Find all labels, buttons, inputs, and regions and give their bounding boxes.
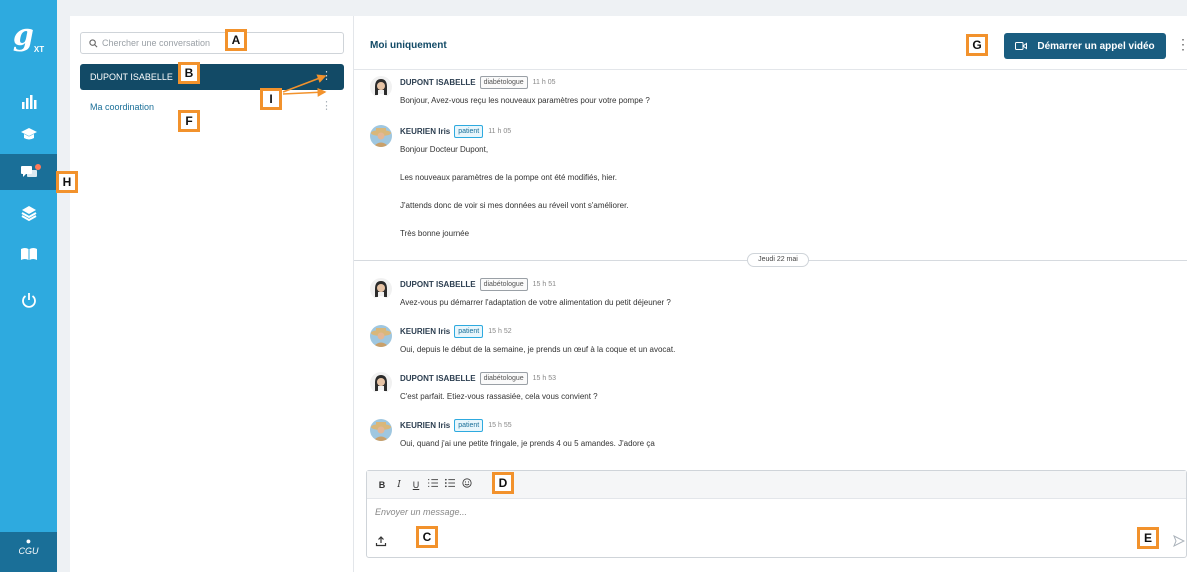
upload-icon[interactable]: [375, 535, 387, 547]
avatar-doctor: [370, 76, 392, 98]
emoji-icon: [462, 477, 472, 488]
nav-logout[interactable]: [0, 282, 57, 318]
message-text: Bonjour, Avez-vous reçu les nouveaux par…: [400, 96, 650, 105]
role-badge: diabétologue: [479, 372, 528, 385]
message-author: DUPONT ISABELLE: [400, 374, 476, 383]
message-text: Oui, depuis le début de la semaine, je p…: [400, 345, 676, 354]
role-badge: diabétologue: [479, 76, 528, 89]
cgu-link[interactable]: CGU: [19, 546, 39, 556]
chat-panel: Moi uniquement Démarrer un appel vidéo ⋮…: [354, 16, 1187, 572]
message-text: Très bonne journée: [400, 229, 470, 238]
annotation-marker-h: H: [56, 171, 78, 193]
message-author: KEURIEN Iris: [400, 421, 451, 430]
underline-button[interactable]: U: [409, 478, 423, 492]
message-time: 15 h 52: [488, 328, 512, 335]
nav-education[interactable]: [0, 116, 57, 152]
message-time: 15 h 51: [532, 281, 557, 288]
annotation-marker-e: E: [1137, 527, 1159, 549]
conversation-search[interactable]: [80, 32, 344, 54]
message-composer: B I U: [366, 470, 1187, 558]
conversation-item-dupont-isabelle[interactable]: DUPONT ISABELLE ⋮: [80, 64, 344, 90]
role-badge: patient: [454, 419, 484, 432]
video-camera-icon: [1015, 42, 1028, 50]
conversation-list-panel: DUPONT ISABELLE ⋮ Ma coordination ⋮: [70, 16, 354, 572]
annotation-marker-g: G: [966, 34, 988, 56]
ordered-list-icon: [428, 478, 438, 487]
globe-icon: ●: [25, 536, 32, 546]
bold-button[interactable]: B: [375, 478, 389, 492]
chat-title: Moi uniquement: [370, 40, 447, 51]
bar-chart-icon: [21, 95, 36, 109]
annotation-marker-i: I: [260, 88, 282, 110]
rail-footer[interactable]: ● CGU: [0, 532, 57, 572]
video-button-label: Démarrer un appel vidéo: [1037, 40, 1155, 52]
notification-dot: [35, 164, 41, 170]
chat-options-icon[interactable]: ⋮: [1176, 36, 1187, 53]
role-badge: patient: [454, 325, 484, 338]
message-text: J'attends donc de voir si mes données au…: [400, 201, 629, 210]
emoji-button[interactable]: [460, 477, 474, 492]
conversation-item-ma-coordination[interactable]: Ma coordination ⋮: [80, 94, 344, 120]
annotation-marker-a: A: [225, 29, 247, 51]
avatar-doctor: [370, 372, 392, 394]
message-text: Les nouveaux paramètres de la pompe ont …: [400, 173, 618, 182]
message-time: 11 h 05: [488, 128, 512, 135]
nav-messages[interactable]: [0, 154, 57, 190]
role-badge: patient: [454, 125, 484, 138]
start-video-call-button[interactable]: Démarrer un appel vidéo: [1004, 33, 1166, 59]
nav-resources[interactable]: [0, 195, 57, 231]
annotation-marker-b: B: [178, 62, 200, 84]
message-time: 15 h 55: [488, 422, 512, 429]
message-text: Bonjour Docteur Dupont,: [400, 145, 489, 154]
message-text: C'est parfait. Etiez-vous rassasiée, cel…: [400, 392, 598, 401]
message-time: 15 h 53: [532, 375, 557, 382]
message-time: 11 h 05: [532, 79, 556, 86]
send-icon[interactable]: [1173, 535, 1185, 547]
chat-header: Moi uniquement Démarrer un appel vidéo ⋮: [354, 16, 1187, 70]
formatting-toolbar: B I U: [367, 471, 1186, 499]
conversation-menu-icon[interactable]: ⋮: [321, 69, 332, 83]
power-icon: [21, 293, 36, 308]
message-author: KEURIEN Iris: [400, 327, 451, 336]
italic-button[interactable]: I: [392, 478, 406, 492]
app-logo[interactable]: gXT: [0, 18, 57, 68]
nav-library[interactable]: [0, 236, 57, 272]
layers-icon: [21, 206, 36, 222]
avatar-patient: [370, 125, 392, 147]
book-icon: [20, 248, 37, 260]
bullet-list-button[interactable]: [443, 478, 457, 492]
message-author: DUPONT ISABELLE: [400, 78, 476, 87]
message-author: KEURIEN Iris: [400, 127, 451, 136]
nav-dashboard[interactable]: [0, 84, 57, 120]
search-icon: [89, 38, 98, 47]
graduation-cap-icon: [20, 128, 37, 140]
role-badge: diabétologue: [479, 278, 528, 291]
annotation-marker-d: D: [492, 472, 514, 494]
avatar-patient: [370, 325, 392, 347]
message-text: Oui, quand j'ai une petite fringale, je …: [400, 439, 655, 448]
date-separator: Jeudi 22 mai: [747, 253, 809, 267]
message-input[interactable]: [375, 507, 1155, 517]
bullet-list-icon: [445, 478, 455, 487]
avatar-doctor: [370, 278, 392, 300]
avatar-patient: [370, 419, 392, 441]
annotation-marker-c: C: [416, 526, 438, 548]
message-text: Avez-vous pu démarrer l'adaptation de vo…: [400, 298, 671, 307]
ordered-list-button[interactable]: [426, 478, 440, 492]
nav-rail: gXT ● CGU: [0, 0, 57, 572]
search-input[interactable]: [102, 38, 322, 48]
conversation-label: DUPONT ISABELLE: [90, 72, 173, 82]
message-author: DUPONT ISABELLE: [400, 280, 476, 289]
conversation-label: Ma coordination: [90, 102, 155, 112]
annotation-marker-f: F: [178, 110, 200, 132]
conversation-menu-icon[interactable]: ⋮: [321, 99, 332, 113]
